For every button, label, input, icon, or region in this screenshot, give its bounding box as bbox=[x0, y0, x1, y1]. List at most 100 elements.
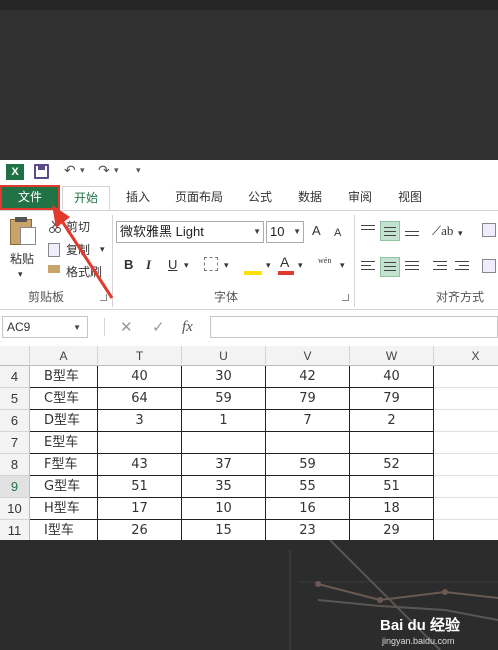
empty-cell[interactable] bbox=[434, 520, 498, 540]
borders-icon[interactable] bbox=[204, 257, 218, 271]
grow-font-button[interactable]: A bbox=[312, 223, 321, 239]
font-name-select[interactable]: 微软雅黑 Light ▼ bbox=[116, 221, 264, 243]
row-header[interactable]: 6 bbox=[0, 410, 30, 432]
row-label-cell[interactable]: H型车 bbox=[30, 498, 98, 520]
orientation-icon[interactable]: ⟋ab bbox=[432, 223, 453, 239]
data-cell[interactable]: 79 bbox=[350, 388, 434, 410]
tab-view[interactable]: 视图 bbox=[392, 186, 428, 210]
column-header-u[interactable]: U bbox=[182, 346, 266, 366]
row-label-cell[interactable]: F型车 bbox=[30, 454, 98, 476]
format-painter-icon[interactable] bbox=[48, 265, 60, 273]
data-cell[interactable]: 16 bbox=[266, 498, 350, 520]
name-box[interactable]: AC9 ▼ bbox=[2, 316, 88, 338]
column-header-a[interactable]: A bbox=[30, 346, 98, 366]
column-header-x[interactable]: X bbox=[434, 346, 498, 366]
data-cell[interactable]: 59 bbox=[182, 388, 266, 410]
data-cell[interactable] bbox=[98, 432, 182, 454]
cut-icon[interactable] bbox=[48, 219, 62, 233]
font-launcher-icon[interactable] bbox=[342, 294, 349, 301]
borders-menu-icon[interactable]: ▾ bbox=[224, 257, 229, 273]
align-right-button[interactable] bbox=[402, 257, 422, 277]
data-cell[interactable]: 29 bbox=[350, 520, 434, 540]
tab-formulas[interactable]: 公式 bbox=[242, 186, 278, 210]
undo-icon[interactable]: ↶ bbox=[64, 162, 76, 180]
tab-review[interactable]: 审阅 bbox=[342, 186, 378, 210]
column-header-w[interactable]: W bbox=[350, 346, 434, 366]
underline-menu-icon[interactable]: ▾ bbox=[184, 257, 189, 273]
empty-cell[interactable] bbox=[434, 366, 498, 388]
customize-qat-icon[interactable]: ▾ bbox=[136, 162, 141, 180]
chevron-down-icon[interactable]: ▼ bbox=[253, 222, 261, 242]
data-cell[interactable]: 18 bbox=[350, 498, 434, 520]
phonetic-menu-icon[interactable]: ▾ bbox=[340, 257, 345, 273]
row-label-cell[interactable]: I型车 bbox=[30, 520, 98, 540]
middle-align-button[interactable] bbox=[380, 221, 400, 241]
top-align-button[interactable] bbox=[358, 221, 378, 241]
row-header[interactable]: 5 bbox=[0, 388, 30, 410]
fill-color-icon[interactable] bbox=[244, 271, 262, 275]
phonetic-icon[interactable]: wén bbox=[318, 253, 331, 269]
redo-menu-icon[interactable]: ▾ bbox=[114, 162, 119, 180]
redo-icon[interactable]: ↷ bbox=[98, 162, 110, 180]
empty-cell[interactable] bbox=[434, 388, 498, 410]
cancel-icon[interactable]: ✕ bbox=[120, 318, 133, 336]
data-cell[interactable]: 59 bbox=[266, 454, 350, 476]
data-cell[interactable]: 52 bbox=[350, 454, 434, 476]
chevron-down-icon[interactable]: ▼ bbox=[293, 222, 301, 242]
row-header[interactable]: 9 bbox=[0, 476, 30, 498]
empty-cell[interactable] bbox=[434, 410, 498, 432]
data-cell[interactable] bbox=[350, 432, 434, 454]
data-cell[interactable]: 55 bbox=[266, 476, 350, 498]
bottom-align-button[interactable] bbox=[402, 221, 422, 241]
wrap-text-icon[interactable] bbox=[482, 223, 496, 237]
data-cell[interactable]: 37 bbox=[182, 454, 266, 476]
tab-home[interactable]: 开始 bbox=[62, 186, 110, 210]
data-cell[interactable]: 64 bbox=[98, 388, 182, 410]
increase-indent-button[interactable] bbox=[452, 257, 472, 277]
row-label-cell[interactable]: E型车 bbox=[30, 432, 98, 454]
tab-page-layout[interactable]: 页面布局 bbox=[168, 186, 230, 210]
data-cell[interactable]: 15 bbox=[182, 520, 266, 540]
data-cell[interactable]: 35 bbox=[182, 476, 266, 498]
italic-button[interactable]: I bbox=[146, 257, 151, 273]
bold-button[interactable]: B bbox=[124, 257, 133, 273]
data-cell[interactable]: 51 bbox=[98, 476, 182, 498]
row-label-cell[interactable]: G型车 bbox=[30, 476, 98, 498]
empty-cell[interactable] bbox=[434, 454, 498, 476]
copy-icon[interactable] bbox=[48, 243, 60, 257]
insert-function-icon[interactable]: fx bbox=[182, 318, 193, 336]
data-cell[interactable]: 42 bbox=[266, 366, 350, 388]
merge-center-icon[interactable] bbox=[482, 259, 496, 273]
data-cell[interactable]: 10 bbox=[182, 498, 266, 520]
data-cell[interactable]: 2 bbox=[350, 410, 434, 432]
data-cell[interactable] bbox=[182, 432, 266, 454]
paste-icon[interactable] bbox=[6, 217, 38, 247]
underline-button[interactable]: U bbox=[168, 257, 177, 273]
cut-button[interactable]: 剪切 bbox=[66, 219, 90, 235]
column-header-t[interactable]: T bbox=[98, 346, 182, 366]
row-label-cell[interactable]: C型车 bbox=[30, 388, 98, 410]
shrink-font-button[interactable]: A bbox=[334, 225, 341, 241]
format-painter-button[interactable]: 格式刷 bbox=[66, 264, 102, 280]
data-cell[interactable]: 23 bbox=[266, 520, 350, 540]
enter-icon[interactable]: ✓ bbox=[152, 318, 165, 336]
data-cell[interactable]: 7 bbox=[266, 410, 350, 432]
empty-cell[interactable] bbox=[434, 432, 498, 454]
column-header-v[interactable]: V bbox=[266, 346, 350, 366]
row-header[interactable]: 7 bbox=[0, 432, 30, 454]
align-center-button[interactable] bbox=[380, 257, 400, 277]
empty-cell[interactable] bbox=[434, 498, 498, 520]
data-cell[interactable] bbox=[266, 432, 350, 454]
font-size-select[interactable]: 10 ▼ bbox=[266, 221, 304, 243]
empty-cell[interactable] bbox=[434, 476, 498, 498]
font-color-icon[interactable]: A bbox=[280, 254, 289, 270]
align-left-button[interactable] bbox=[358, 257, 378, 277]
row-header[interactable]: 4 bbox=[0, 366, 30, 388]
data-cell[interactable]: 43 bbox=[98, 454, 182, 476]
clipboard-launcher-icon[interactable] bbox=[100, 294, 107, 301]
data-cell[interactable]: 1 bbox=[182, 410, 266, 432]
row-label-cell[interactable]: B型车 bbox=[30, 366, 98, 388]
select-all-corner[interactable] bbox=[0, 346, 30, 366]
data-cell[interactable]: 30 bbox=[182, 366, 266, 388]
font-color-menu-icon[interactable]: ▾ bbox=[298, 257, 303, 273]
